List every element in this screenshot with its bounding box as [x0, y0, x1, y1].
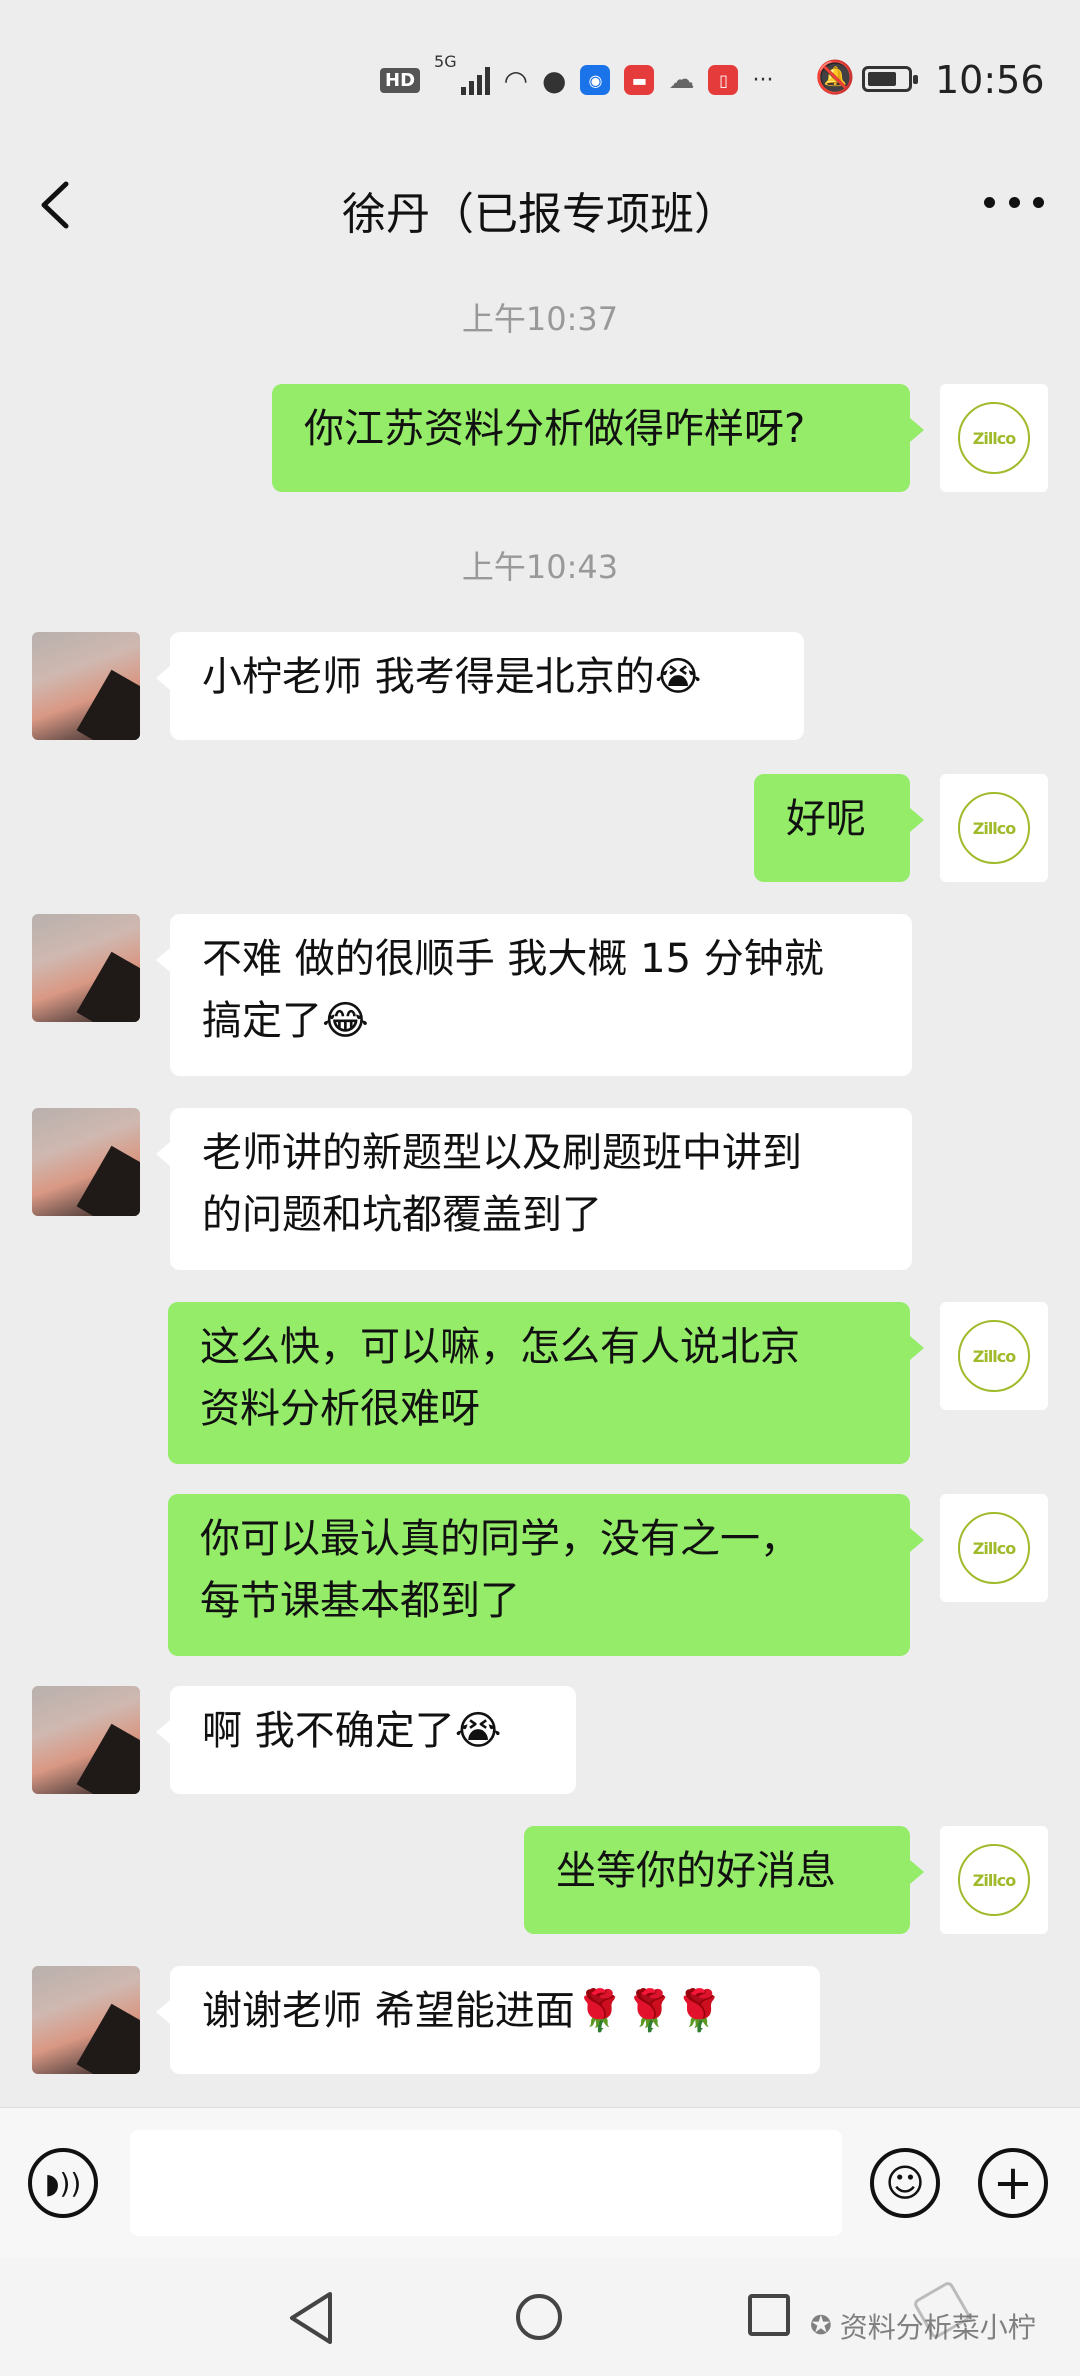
app-notification-icon: ◉: [580, 65, 611, 95]
message-input[interactable]: [130, 2130, 842, 2236]
contact-avatar[interactable]: [32, 632, 140, 740]
avatar-logo: Zillco: [958, 792, 1030, 864]
more-options-icon[interactable]: [984, 192, 1044, 212]
timestamp: 上午10:37: [461, 300, 619, 338]
self-avatar[interactable]: Zillco: [940, 1826, 1048, 1934]
contact-avatar[interactable]: [32, 1686, 140, 1794]
wechat-official-account-icon: ✪: [810, 2311, 832, 2341]
message-bubble-in[interactable]: 不难 做的很顺手 我大概 15 分钟就 搞定了😂: [156, 914, 912, 1076]
message-bubble-in[interactable]: 小柠老师 我考得是北京的😭: [156, 632, 804, 740]
avatar-logo: Zillco: [958, 1320, 1030, 1392]
status-icons: HD 5G ◠ ● ◉ ▬ ☁ ▯ ···: [380, 52, 773, 108]
message-bubble-out[interactable]: 这么快，可以嘛，怎么有人说北京 资料分析很难呀: [168, 1302, 924, 1464]
system-navigation-bar: ✪ 资料分析菜小柠: [0, 2258, 1080, 2376]
smiley-icon: ☺: [885, 2161, 925, 2205]
voice-icon: ◗)): [44, 2166, 82, 2200]
contact-avatar[interactable]: [32, 914, 140, 1022]
self-avatar[interactable]: Zillco: [940, 1494, 1048, 1602]
message-bubble-in[interactable]: 谢谢老师 希望能进面🌹🌹🌹: [156, 1966, 820, 2074]
voice-input-button[interactable]: ◗)): [28, 2148, 98, 2218]
mute-icon: 🔕: [815, 58, 855, 96]
network-type: 5G: [434, 52, 457, 71]
watermark: ✪ 资料分析菜小柠: [810, 2306, 1036, 2346]
cloud-icon: ☁: [668, 65, 695, 95]
message-bubble-out[interactable]: 好呢: [754, 774, 924, 882]
more-notifications-icon: ···: [752, 67, 774, 93]
self-avatar[interactable]: Zillco: [940, 774, 1048, 882]
contact-avatar[interactable]: [32, 1966, 140, 2074]
hd-icon: HD: [380, 67, 421, 93]
message-bubble-out[interactable]: 坐等你的好消息: [524, 1826, 924, 1934]
signal-icon: [460, 65, 490, 95]
message-bubble-out[interactable]: 你江苏资料分析做得咋样呀?: [272, 384, 924, 492]
qq-icon: ●: [542, 63, 567, 97]
system-recents-icon[interactable]: [748, 2294, 790, 2336]
book-notification-icon: ▯: [708, 65, 739, 95]
message-bubble-in[interactable]: 老师讲的新题型以及刷题班中讲到 的问题和坑都覆盖到了: [156, 1108, 912, 1270]
self-avatar[interactable]: Zillco: [940, 1302, 1048, 1410]
more-functions-button[interactable]: +: [978, 2148, 1048, 2218]
chat-title: 徐丹（已报专项班）: [342, 189, 738, 240]
watermark-text: 资料分析菜小柠: [839, 2311, 1036, 2344]
plus-icon: +: [992, 2155, 1034, 2211]
message-list[interactable]: 上午10:37 你江苏资料分析做得咋样呀? Zillco 上午10:43 小柠老…: [0, 262, 1080, 2107]
contact-avatar[interactable]: [32, 1108, 140, 1216]
status-bar: HD 5G ◠ ● ◉ ▬ ☁ ▯ ··· 🔕 10:56: [0, 0, 1080, 150]
avatar-logo: Zillco: [958, 1512, 1030, 1584]
status-time: 10:56: [935, 58, 1045, 102]
huawei-notification-icon: ▬: [624, 65, 655, 95]
avatar-logo: Zillco: [958, 1844, 1030, 1916]
timestamp: 上午10:43: [461, 548, 619, 586]
self-avatar[interactable]: Zillco: [940, 384, 1048, 492]
input-bar: ◗)) ☺ +: [0, 2107, 1080, 2258]
system-back-icon[interactable]: [286, 2290, 336, 2346]
emoji-button[interactable]: ☺: [870, 2148, 940, 2218]
avatar-logo: Zillco: [958, 402, 1030, 474]
battery-icon: [862, 66, 918, 92]
message-bubble-in[interactable]: 啊 我不确定了😭: [156, 1686, 576, 1794]
chat-header: 徐丹（已报专项班）: [0, 150, 1080, 260]
wifi-icon: ◠: [503, 63, 529, 97]
message-bubble-out[interactable]: 你可以最认真的同学，没有之一， 每节课基本都到了: [168, 1494, 924, 1656]
system-home-icon[interactable]: [516, 2294, 562, 2340]
